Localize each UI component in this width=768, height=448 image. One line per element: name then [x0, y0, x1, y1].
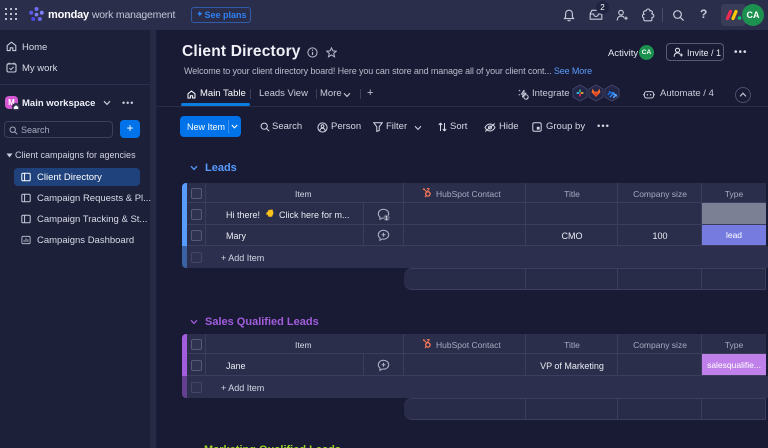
svg-text:1: 1 — [384, 215, 387, 220]
